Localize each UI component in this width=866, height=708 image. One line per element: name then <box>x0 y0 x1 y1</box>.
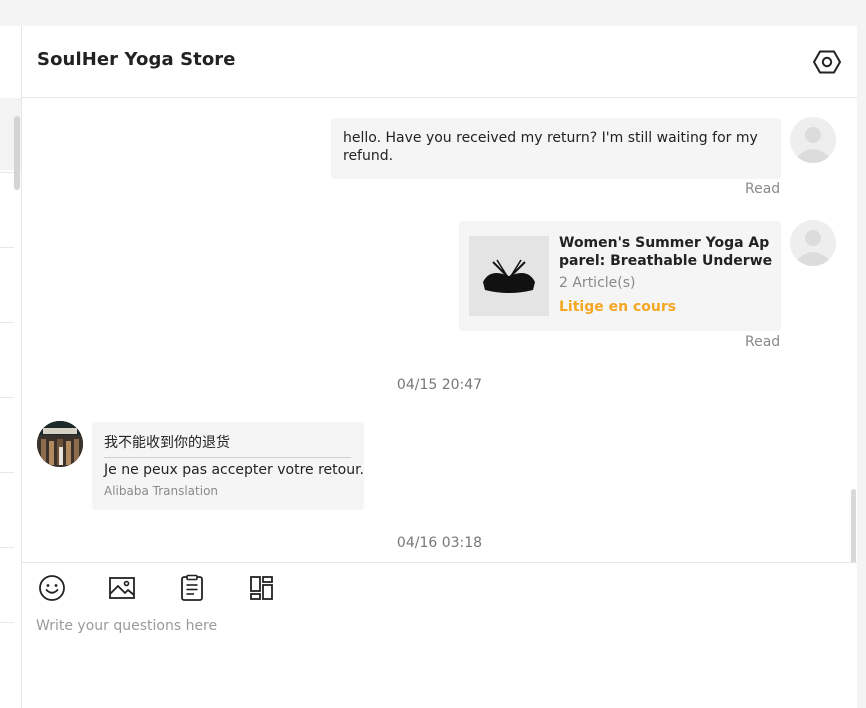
list-divider <box>0 172 14 173</box>
store-name: SoulHer Yoga Store <box>37 49 236 70</box>
window-edge <box>857 26 866 708</box>
timestamp: 04/15 20:47 <box>396 377 483 393</box>
list-divider <box>0 622 14 623</box>
list-divider <box>0 547 14 548</box>
user-avatar <box>790 117 836 163</box>
chat-panel: SoulHer Yoga Store hello. Have you recei… <box>22 26 857 708</box>
timestamp: 04/16 03:18 <box>396 535 483 551</box>
message-list: hello. Have you received my return? I'm … <box>22 99 857 562</box>
translation-divider <box>104 457 351 458</box>
conversation-list-edge <box>0 26 22 708</box>
chat-header: SoulHer Yoga Store <box>22 26 857 98</box>
emoji-button[interactable] <box>37 573 67 603</box>
original-text: 我不能收到你的退货 <box>104 435 230 451</box>
clipboard-icon <box>181 574 203 601</box>
read-receipt: Read <box>745 181 781 197</box>
message-text: hello. Have you received my return? I'm … <box>343 130 758 164</box>
message-input[interactable] <box>36 615 836 637</box>
emoji-icon <box>39 575 65 601</box>
default-avatar-icon <box>797 127 829 163</box>
message-composer <box>22 562 857 708</box>
product-title[interactable]: Women's Summer Yoga Apparel: Breathable … <box>559 234 773 270</box>
settings-button[interactable] <box>812 47 842 77</box>
dispute-status: Litige en cours <box>559 299 677 315</box>
settings-hexagon-icon <box>813 50 841 74</box>
product-catalog-button[interactable] <box>247 573 277 603</box>
translation-source: Alibaba Translation <box>104 484 219 498</box>
product-count: 2 Article(s) <box>559 275 636 291</box>
layout-icon <box>250 576 273 600</box>
list-divider <box>0 472 14 473</box>
incoming-message-bubble: 我不能收到你的退货 Je ne peux pas accepter votre … <box>92 422 364 510</box>
translated-text: Je ne peux pas accepter votre retour. <box>104 462 364 478</box>
read-receipt: Read <box>745 334 781 350</box>
list-divider <box>0 397 14 398</box>
conversation-list-scrollbar[interactable] <box>14 116 20 190</box>
chat-window: SoulHer Yoga Store hello. Have you recei… <box>0 0 866 708</box>
outgoing-message-bubble: hello. Have you received my return? I'm … <box>331 118 781 179</box>
default-avatar-icon <box>797 230 829 266</box>
order-button[interactable] <box>177 573 207 603</box>
image-upload-button[interactable] <box>107 573 137 603</box>
list-divider <box>0 322 14 323</box>
product-image[interactable] <box>469 236 549 316</box>
image-icon <box>109 577 135 599</box>
bra-product-icon <box>469 236 549 316</box>
store-avatar[interactable] <box>37 421 83 467</box>
message-scrollbar[interactable] <box>851 489 856 562</box>
list-divider <box>0 247 14 248</box>
store-logo-icon <box>37 421 83 467</box>
user-avatar <box>790 220 836 266</box>
product-card[interactable]: Women's Summer Yoga Apparel: Breathable … <box>459 221 781 331</box>
